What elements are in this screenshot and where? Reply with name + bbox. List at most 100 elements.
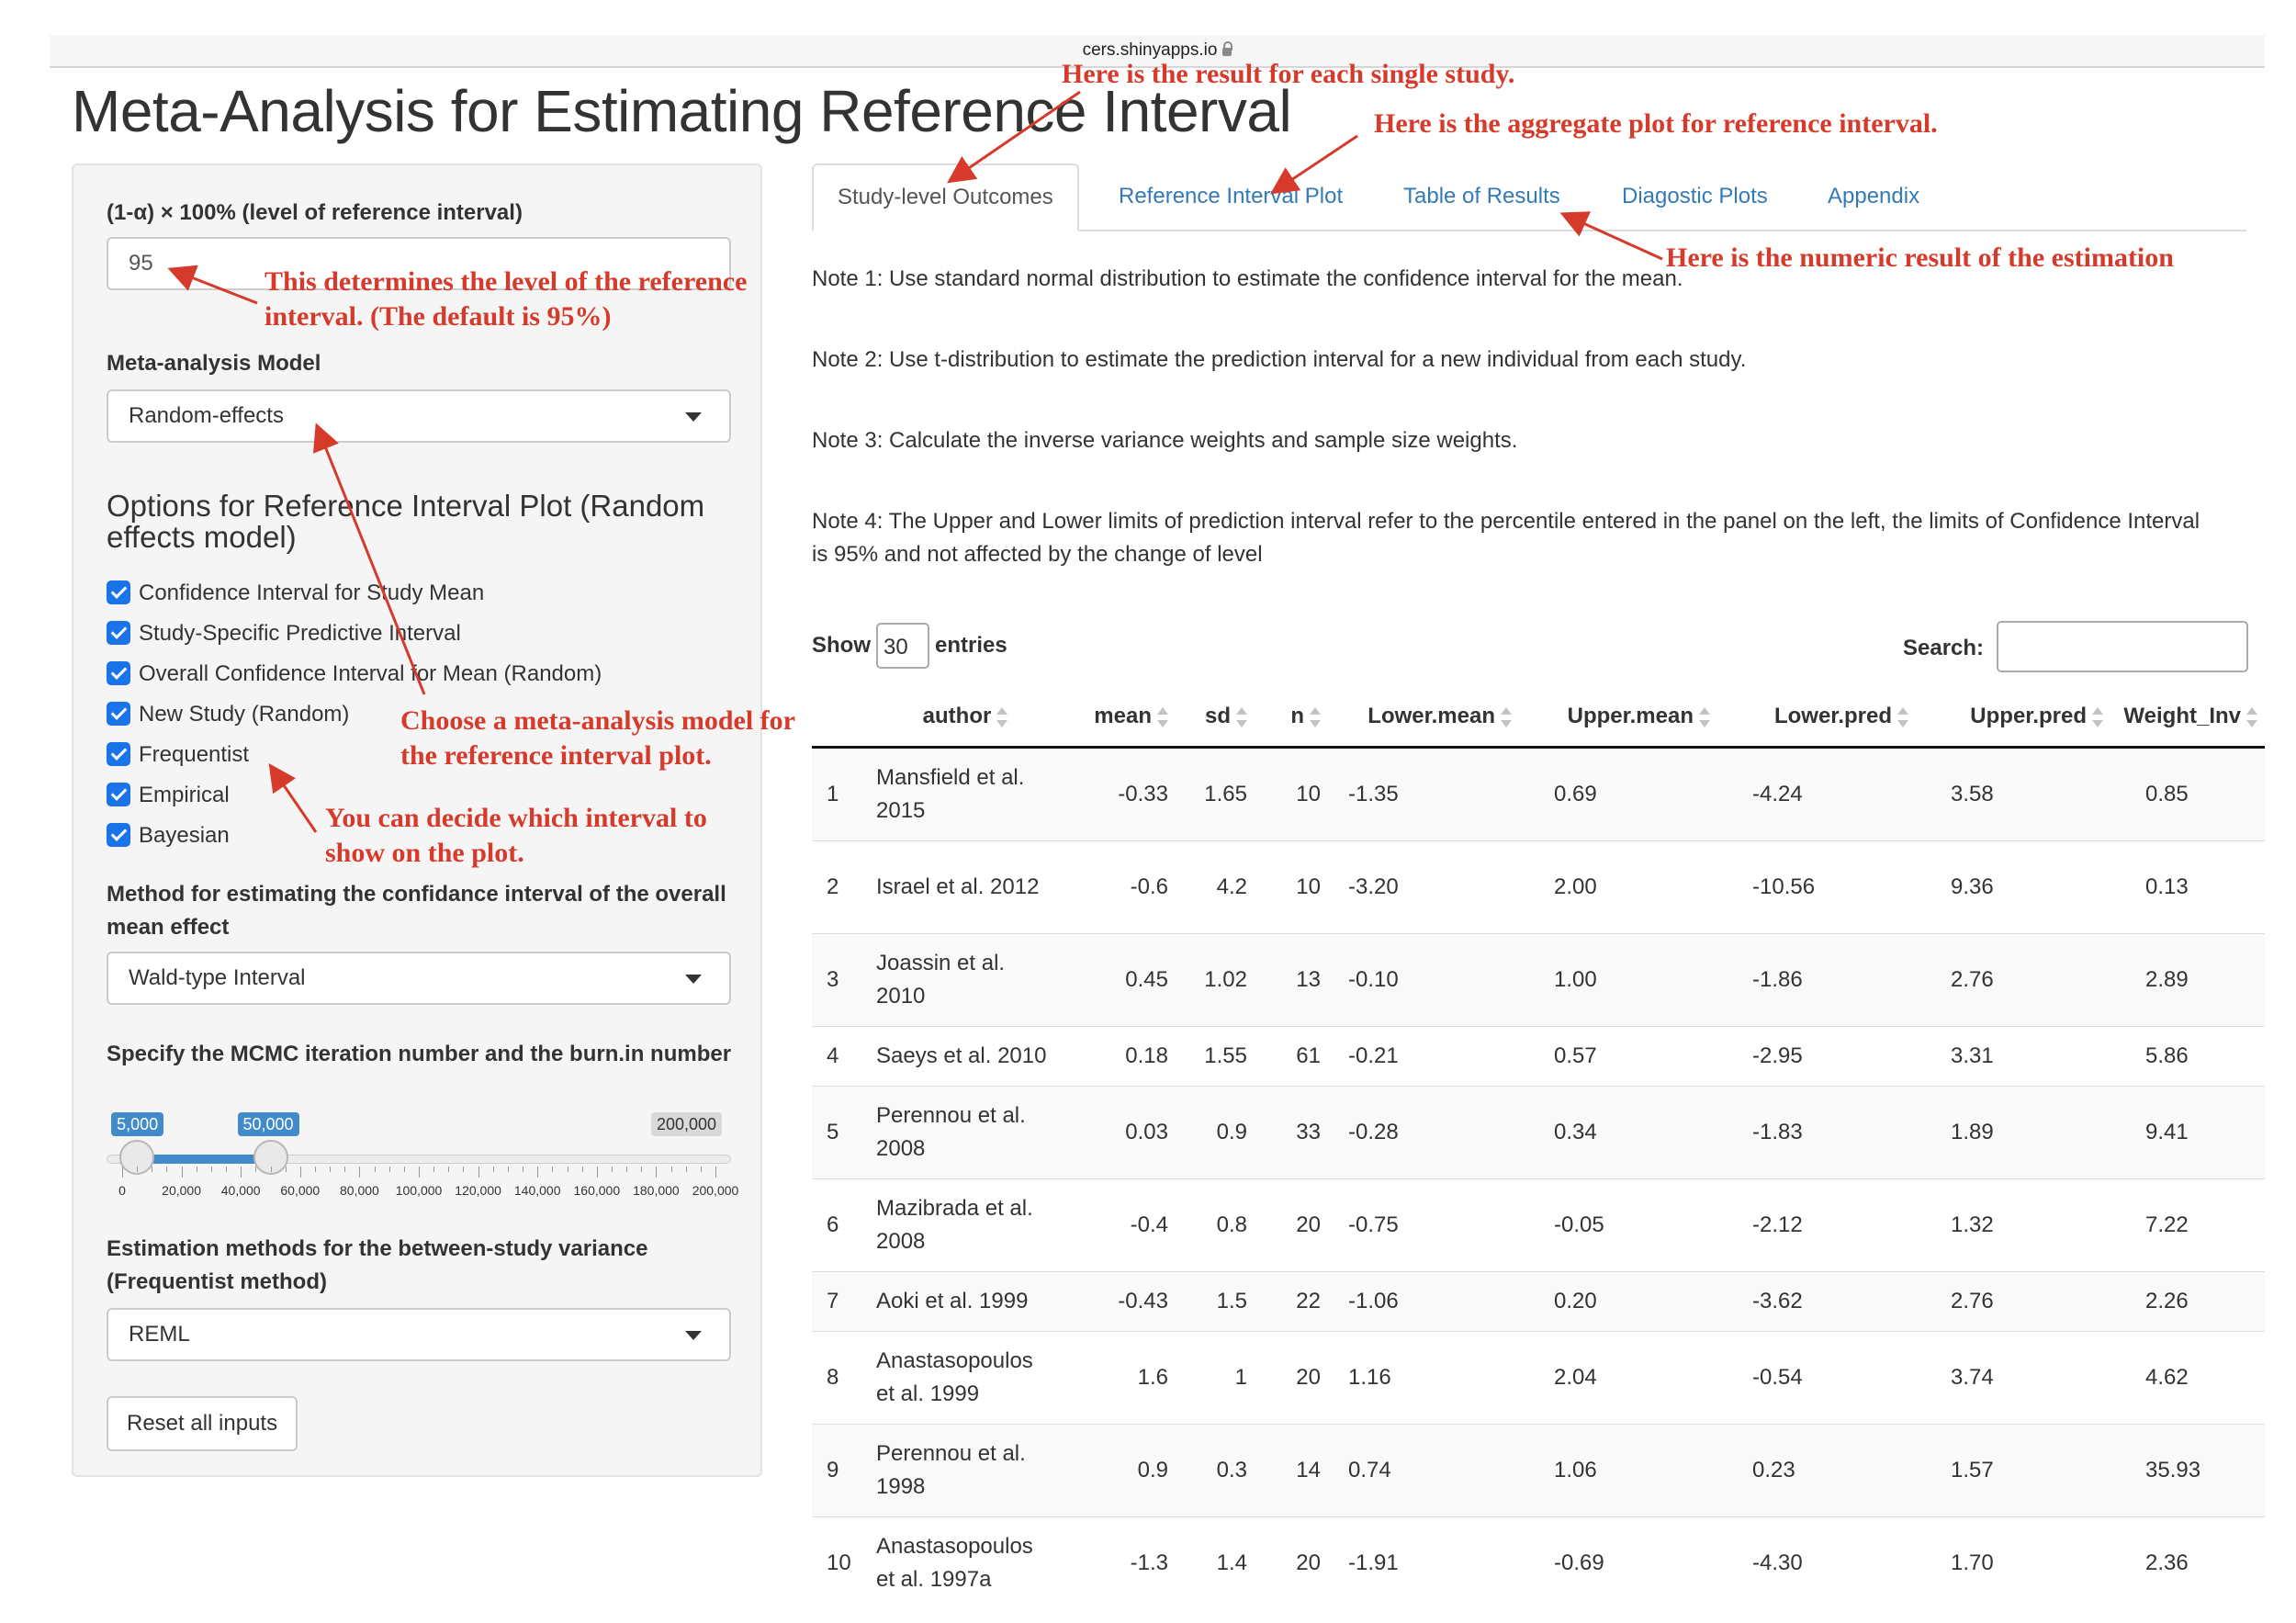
column-header-mean[interactable]: mean (1060, 687, 1176, 749)
reset-inputs-button[interactable]: Reset all inputs (107, 1396, 298, 1451)
checkbox-checked-icon[interactable] (107, 620, 130, 645)
checkbox-label: New Study (Random) (139, 702, 350, 727)
table-row[interactable]: 7 Aoki et al. 1999 -0.43 1.5 22 -1.06 0.20 -3.6… (812, 1271, 2265, 1332)
checkbox-checked-icon[interactable] (107, 822, 130, 847)
author-cell: Joassin et al. 2010 (871, 933, 1060, 1027)
checkbox-new-study[interactable]: New Study (Random) (107, 698, 349, 731)
checkbox-label: Overall Confidence Interval for Mean (Ra… (139, 661, 602, 686)
variance-select-value: REML (129, 1322, 190, 1347)
mean-cell: 1.6 (1060, 1331, 1176, 1425)
tab-table-of-results[interactable]: Table of Results (1403, 163, 1560, 230)
table-row[interactable]: 9 Perennou et al. 1998 0.9 0.3 14 0.74 1.06 0.2… (812, 1424, 2265, 1517)
checkbox-empirical[interactable]: Empirical (107, 779, 230, 812)
column-header-weight-inv[interactable]: Weight_Inv (2110, 687, 2265, 749)
column-header-author[interactable]: author (871, 687, 1060, 749)
table-row[interactable]: 3 Joassin et al. 2010 0.45 1.02 13 -0.10 1.00-… (812, 933, 2265, 1027)
mcmc-label: Specify the MCMC iteration number and th… (107, 1042, 732, 1066)
author-cell: Mazibrada et al. 2008 (871, 1178, 1060, 1272)
variance-select[interactable]: REML (107, 1308, 731, 1361)
checkbox-label: Study-Specific Predictive Interval (139, 621, 461, 646)
checkbox-checked-icon[interactable] (107, 782, 130, 806)
column-header-lower-pred[interactable]: Lower.pred (1717, 687, 1916, 749)
checkbox-checked-icon[interactable] (107, 701, 130, 726)
slider-tick (359, 1167, 361, 1178)
sort-icon (1157, 706, 1168, 727)
checkbox-checked-icon[interactable] (107, 660, 130, 685)
checkbox-checked-icon[interactable] (107, 580, 130, 604)
results-table: author mean sd n Lower.mean Upper.mean L… (812, 687, 2265, 1609)
model-select[interactable]: Random-effects (107, 389, 731, 443)
slider-minor-tick (210, 1167, 212, 1172)
lower-pred-cell: -2.12 (1717, 1178, 1916, 1272)
checkbox-overall-ci[interactable]: Overall Confidence Interval for Mean (Ra… (107, 658, 602, 691)
slider-minor-tick (611, 1167, 613, 1172)
slider-tick-label: 160,000 (573, 1183, 621, 1198)
table-row[interactable]: 2 Israel et al. 2012 -0.6 4.2 10 -3.20 2.00 -10… (812, 840, 2265, 934)
n-cell: 33 (1255, 1086, 1328, 1179)
note-4: Note 4: The Upper and Lower limits of pr… (812, 509, 2200, 567)
method-select-value: Wald-type Interval (129, 965, 306, 990)
table-row[interactable]: 6 Mazibrada et al. 2008 -0.4 0.8 20 -0.75 -0.0… (812, 1178, 2265, 1272)
lower-mean-cell: -0.28 (1328, 1086, 1519, 1179)
tab-reference-interval-plot[interactable]: Reference Interval Plot (1119, 163, 1343, 230)
slider-tick (537, 1167, 539, 1178)
column-header-n[interactable]: n (1255, 687, 1328, 749)
slider-minor-tick (255, 1167, 257, 1172)
sd-cell: 4.2 (1176, 840, 1255, 934)
tab-diagnostic-plots[interactable]: Diagostic Plots (1622, 163, 1768, 230)
mcmc-slider-range[interactable] (137, 1155, 271, 1164)
checkbox-frequentist[interactable]: Frequentist (107, 738, 249, 772)
table-row[interactable]: 10 Anastasopoulos et al. 1997a -1.3 1.4 20 -1… (812, 1516, 2265, 1609)
row-index-cell: 7 (812, 1271, 871, 1332)
slider-low-value-badge: 5,000 (111, 1112, 164, 1136)
checkbox-checked-icon[interactable] (107, 741, 130, 766)
checkbox-study-predictive[interactable]: Study-Specific Predictive Interval (107, 617, 461, 650)
slider-minor-tick (433, 1167, 435, 1172)
slider-minor-tick (552, 1167, 554, 1172)
checkbox-bayesian[interactable]: Bayesian (107, 819, 230, 852)
column-header-upper-pred[interactable]: Upper.pred (1916, 687, 2110, 749)
lower-mean-cell: -1.06 (1328, 1271, 1519, 1332)
slider-tick-label: 100,000 (395, 1183, 443, 1198)
slider-tick (299, 1167, 301, 1178)
column-header-sd[interactable]: sd (1176, 687, 1255, 749)
search-input[interactable] (1997, 621, 2248, 672)
sd-cell: 1.55 (1176, 1026, 1255, 1087)
upper-pred-cell: 2.76 (1916, 1271, 2110, 1332)
slider-tick (715, 1167, 716, 1178)
sd-cell: 0.9 (1176, 1086, 1255, 1179)
upper-mean-cell: 1.06 (1519, 1424, 1717, 1517)
upper-pred-cell: 9.36 (1916, 840, 2110, 934)
slider-tick-label: 0 (118, 1183, 126, 1198)
n-cell: 20 (1255, 1516, 1328, 1609)
lower-mean-cell: 1.16 (1328, 1331, 1519, 1425)
slider-tick (656, 1167, 658, 1178)
slider-tick-label: 200,000 (692, 1183, 739, 1198)
author-cell: Perennou et al. 2008 (871, 1086, 1060, 1179)
column-header-lower-mean[interactable]: Lower.mean (1328, 687, 1519, 749)
slider-minor-tick (641, 1167, 643, 1172)
annotation-interval-line2: show on the plot. (325, 838, 524, 868)
tab-appendix[interactable]: Appendix (1828, 163, 1919, 230)
n-cell: 10 (1255, 747, 1328, 841)
sd-cell: 0.3 (1176, 1424, 1255, 1517)
column-header-upper-mean[interactable]: Upper.mean (1519, 687, 1717, 749)
method-select[interactable]: Wald-type Interval (107, 952, 731, 1005)
upper-mean-cell: -0.05 (1519, 1178, 1717, 1272)
lock-icon (1222, 41, 1233, 56)
table-row[interactable]: 8 Anastasopoulos et al. 1999 1.6 1 20 1.16 2.0… (812, 1331, 2265, 1425)
lower-pred-cell: -1.83 (1717, 1086, 1916, 1179)
author-cell: Anastasopoulos et al. 1999 (871, 1331, 1060, 1425)
chevron-down-icon (685, 975, 702, 984)
upper-pred-cell: 2.76 (1916, 933, 2110, 1027)
lower-pred-cell: -2.95 (1717, 1026, 1916, 1087)
note-2: Note 2: Use t-distribution to estimate t… (812, 347, 1747, 372)
tab-study-level-outcomes[interactable]: Study-level Outcomes (812, 163, 1079, 231)
table-row[interactable]: 5 Perennou et al. 2008 0.03 0.9 33 -0.28 0.34-… (812, 1086, 2265, 1179)
author-cell: Perennou et al. 1998 (871, 1424, 1060, 1517)
table-row[interactable]: 1 Mansfield et al. 2015 -0.33 1.65 10 -1.35 0.… (812, 747, 2265, 841)
entries-select[interactable]: 30 (876, 623, 929, 669)
checkbox-label: Confidence Interval for Study Mean (139, 580, 485, 605)
table-row[interactable]: 4 Saeys et al. 2010 0.18 1.55 61 -0.21 0.57 -2.… (812, 1026, 2265, 1087)
checkbox-ci-study-mean[interactable]: Confidence Interval for Study Mean (107, 577, 484, 610)
